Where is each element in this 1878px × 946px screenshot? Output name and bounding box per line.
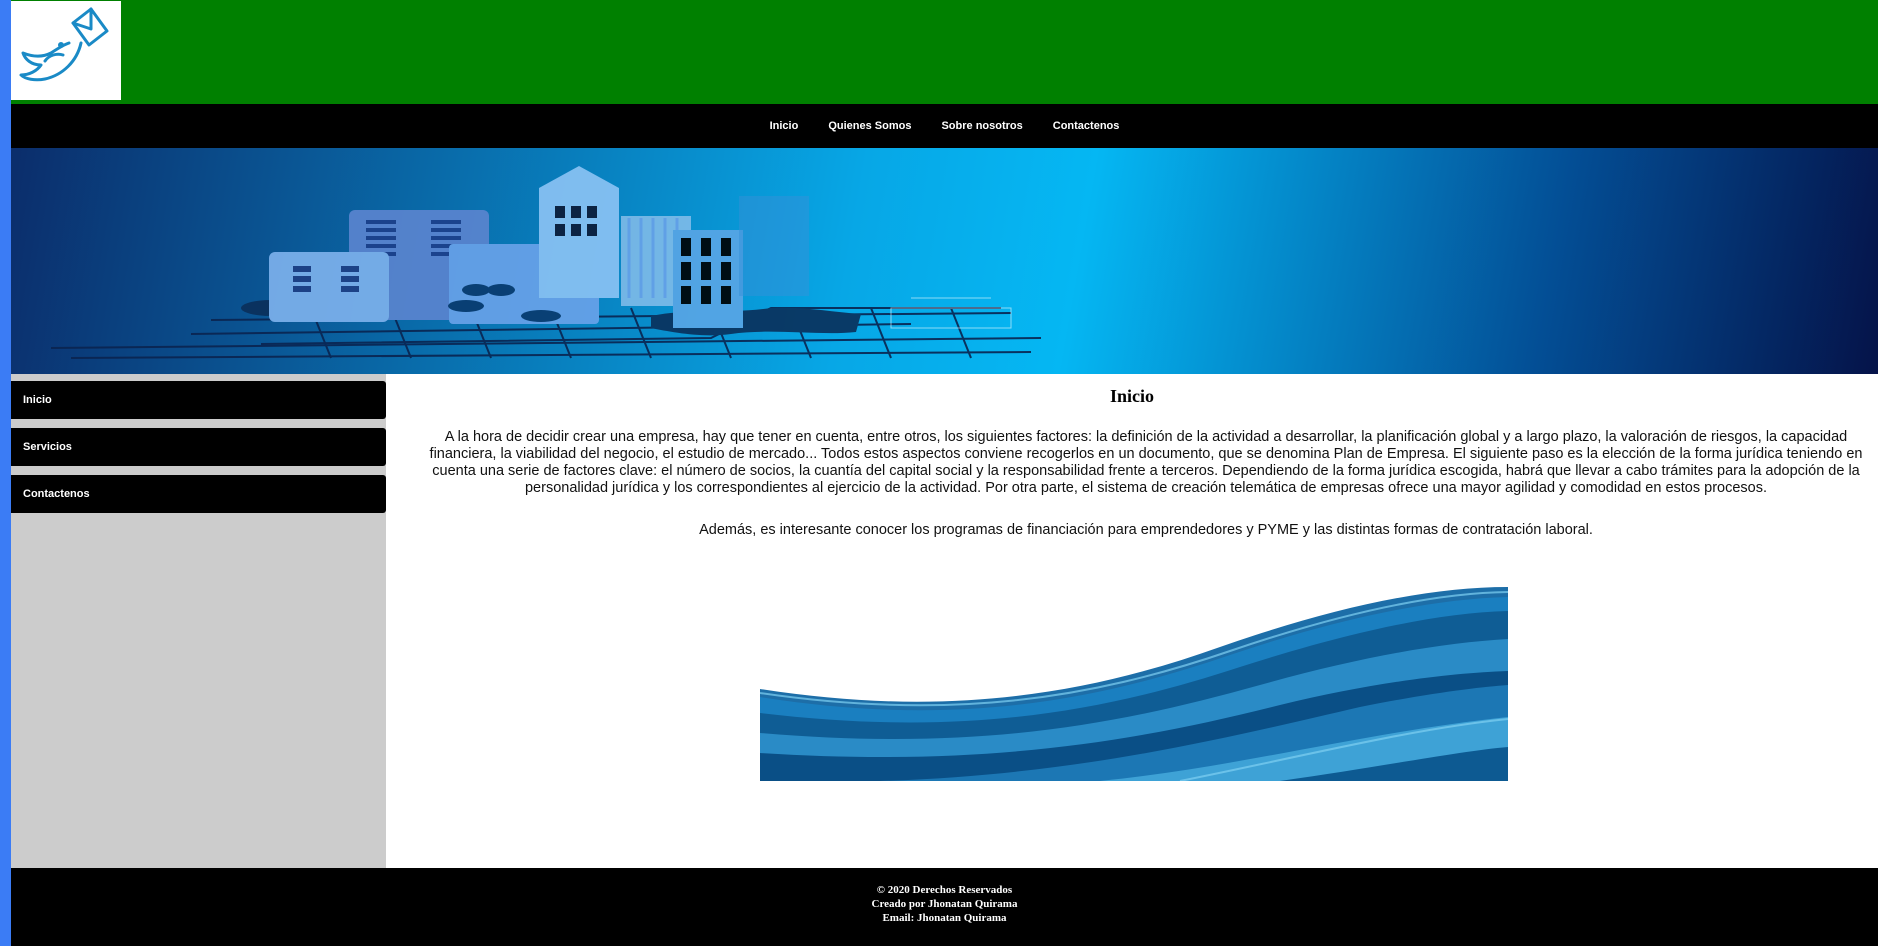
footer: © 2020 Derechos Reservados Creado por Jh… [11, 868, 1878, 946]
intro-paragraph: A la hora de decidir crear una empresa, … [429, 429, 1863, 496]
footer-author: Creado por Jhonatan Quirama [871, 898, 1018, 910]
footer-email: Email: Jhonatan Quirama [882, 912, 1007, 924]
page: Inicio Quienes Somos Sobre nosotros Cont… [11, 0, 1878, 946]
site-logo[interactable] [11, 1, 121, 100]
hero-banner [11, 148, 1878, 374]
sidebar-item-inicio[interactable]: Inicio [11, 381, 386, 419]
sidebar-item-label: Inicio [23, 394, 52, 406]
nav-item-contactenos[interactable]: Contactenos [1038, 120, 1135, 132]
main-content: Inicio A la hora de decidir crear una em… [386, 374, 1878, 868]
footer-copyright: © 2020 Derechos Reservados [876, 884, 1013, 896]
page-title: Inicio [1109, 386, 1154, 406]
nav-item-inicio[interactable]: Inicio [755, 120, 814, 132]
top-header [11, 0, 1878, 104]
bird-envelope-logo-icon [19, 7, 109, 82]
top-nav: Inicio Quienes Somos Sobre nosotros Cont… [11, 104, 1878, 148]
nav-item-sobre-nosotros[interactable]: Sobre nosotros [926, 120, 1037, 132]
nav-item-quienes-somos[interactable]: Quienes Somos [813, 120, 926, 132]
financing-paragraph: Además, es interesante conocer los progr… [699, 522, 1593, 538]
city-illustration-image [50, 166, 1042, 359]
blue-wave-image [760, 587, 1508, 781]
sidebar-item-contactenos[interactable]: Contactenos [11, 475, 386, 513]
sidebar-item-label: Contactenos [23, 488, 90, 500]
sidebar-item-label: Servicios [23, 441, 72, 453]
sidebar-item-servicios[interactable]: Servicios [11, 428, 386, 466]
sidebar: Inicio Servicios Contactenos [11, 374, 386, 868]
left-accent-strip [0, 0, 11, 946]
